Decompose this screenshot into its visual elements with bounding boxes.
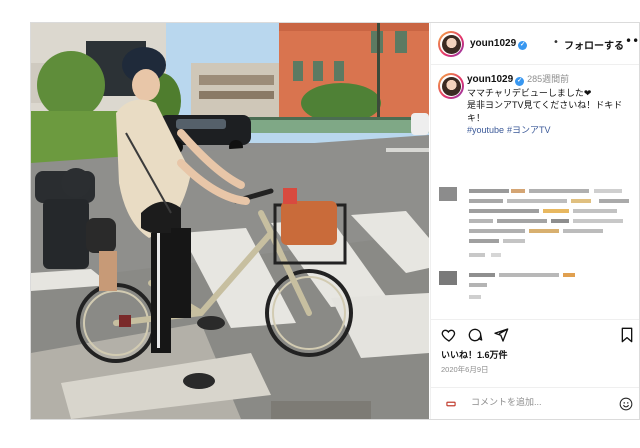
post-date: 2020年6月9日 [441,365,489,374]
caption-username[interactable]: youn1029 [467,74,513,85]
blurred-comment [439,187,639,267]
caption-hashtags: #youtube #ヨンアTV [467,124,637,137]
hashtag-link[interactable]: #youtube [467,125,504,135]
instagram-post-frame: youn1029✓ • フォローする ••• youn1029✓285週間前 マ… [30,22,640,420]
comments-area[interactable]: youn1029 ✓ 285週間前 ママチャリデビューしました❤ 是非ヨンアTV見て… [431,65,639,318]
emoji-icon[interactable] [619,396,633,411]
post-side-panel: youn1029✓ • フォローする ••• youn1029✓285週間前 マ… [430,23,639,419]
post-header: youn1029✓ • フォローする ••• [431,23,639,65]
comment-icon[interactable] [467,327,483,343]
verified-badge-icon: ✓ [518,41,528,50]
emoji-icon[interactable] [444,396,458,410]
caption-line-3: キ！ [467,112,486,123]
like-count[interactable]: いいね！1.6万件 [441,348,508,361]
caption-line-1: ママチャリデビューしました❤ [467,87,592,98]
heart-icon[interactable] [441,327,457,343]
more-options-icon[interactable]: ••• [625,34,639,48]
verified-badge-icon: ✓ [515,77,525,86]
hashtag-link[interactable]: #ヨンアTV [507,125,551,135]
author-avatar[interactable] [438,31,464,57]
caption-avatar[interactable] [438,73,464,99]
separator-dot: • [553,37,559,48]
comment-input[interactable] [471,397,611,407]
author-username[interactable]: youn1029 ✓ [470,38,528,50]
bookmark-icon[interactable] [619,327,635,343]
post-photo[interactable] [31,23,429,419]
caption-text: youn1029 ✓ 285週間前 ママチャリデビューしました❤ 是非ヨンアTV見て… [467,73,637,137]
comment-bar [431,387,639,419]
paper-plane-icon[interactable] [493,327,509,343]
blurred-comment [439,271,639,311]
caption-line-2: 是非ヨンアTV見てくださいね！ドキド [467,100,623,110]
caption-time: 285週間前 [527,74,570,84]
photo-illustration [31,23,429,419]
follow-button[interactable]: フォローする [564,37,624,52]
